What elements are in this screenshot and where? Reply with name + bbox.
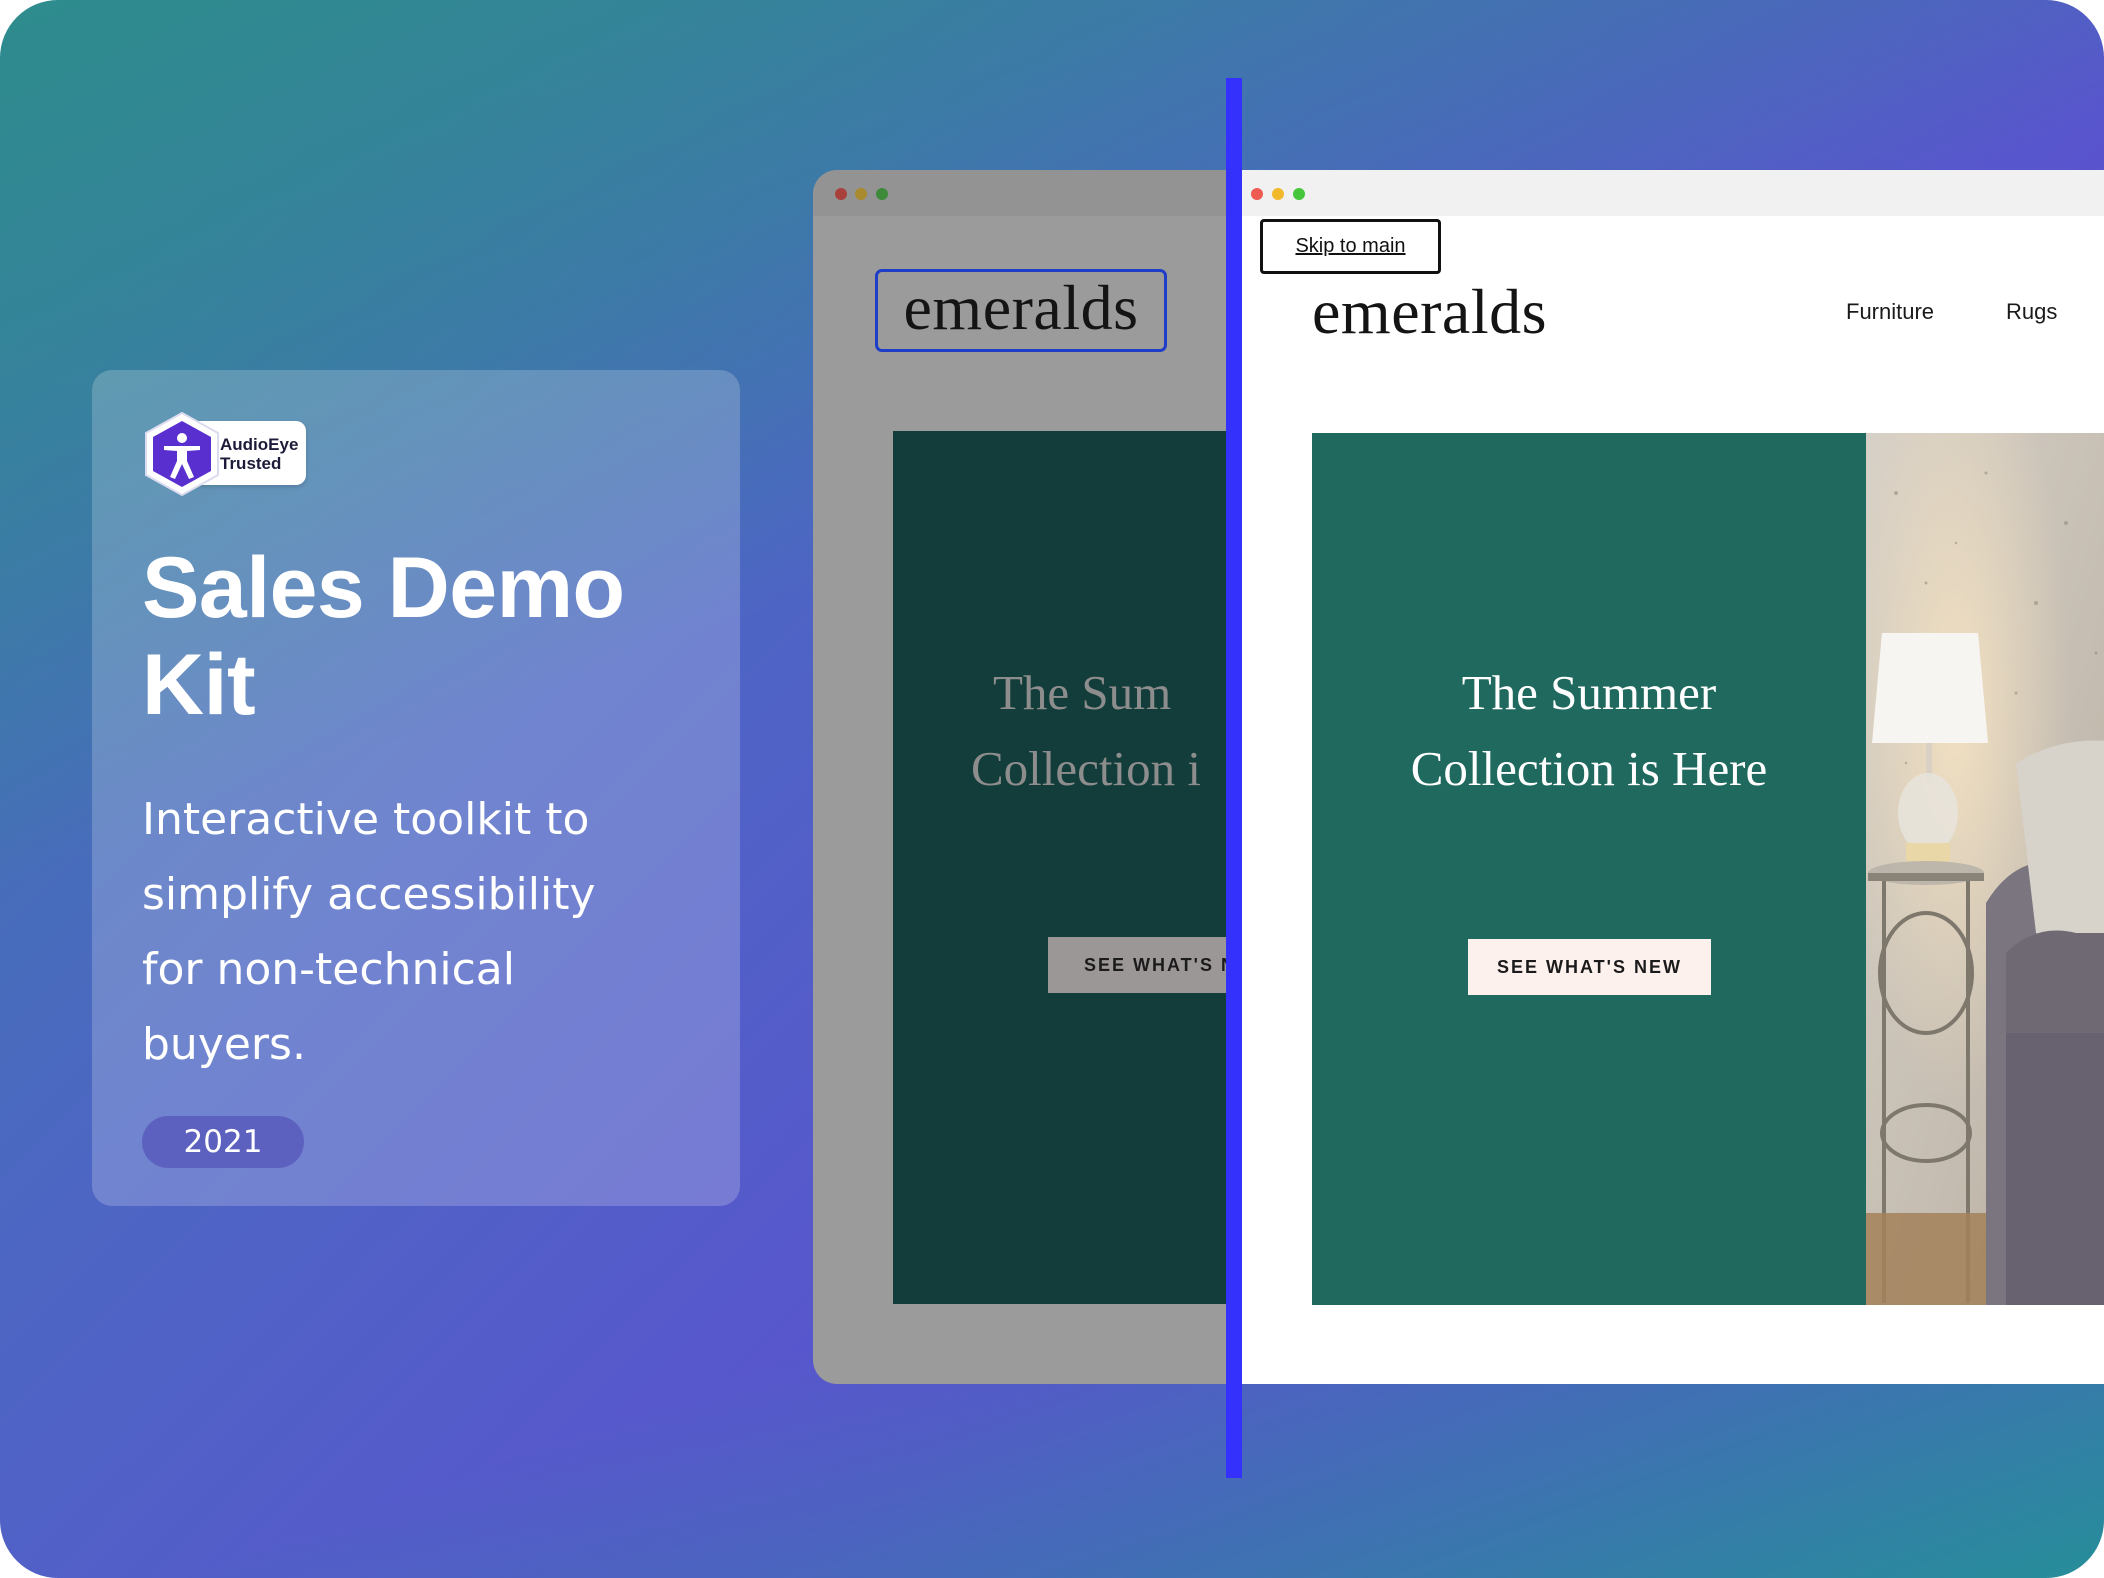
badge-text: AudioEye Trusted — [220, 435, 298, 473]
browser-titlebar — [1242, 170, 2104, 216]
browser-window-before: emeralds The Sum Collection i SEE WHAT'S… — [813, 170, 1233, 1384]
close-dot-icon — [835, 188, 847, 200]
card-title-line-2: Kit — [142, 637, 256, 733]
promo-canvas: AudioEye Trusted Sales Demo Kit Interact… — [0, 0, 2104, 1578]
see-whats-new-button[interactable]: SEE WHAT'S N — [1048, 937, 1233, 993]
card-description-line: simplify accessibility — [142, 869, 596, 920]
close-dot-icon — [1251, 188, 1263, 200]
hero-photo — [1866, 433, 2104, 1305]
accessibility-icon — [145, 411, 219, 497]
minimize-dot-icon — [855, 188, 867, 200]
skip-to-main-link[interactable]: Skip to main — [1260, 219, 1441, 274]
card-description-line: for non-technical — [142, 944, 515, 995]
badge-line-1: AudioEye — [220, 435, 299, 454]
see-whats-new-button[interactable]: SEE WHAT'S NEW — [1468, 939, 1711, 995]
badge-line-2: Trusted — [220, 454, 282, 473]
site-logo[interactable]: emeralds — [1312, 276, 1547, 348]
minimize-dot-icon — [1272, 188, 1284, 200]
hero-panel: The Sum Collection i SEE WHAT'S N — [893, 431, 1233, 1304]
card-description-line: buyers. — [142, 1019, 306, 1070]
browser-titlebar — [813, 170, 1233, 216]
card-description-line: Interactive toolkit to — [142, 794, 590, 845]
year-chip: 2021 — [142, 1116, 304, 1168]
comparison-divider-handle[interactable] — [1226, 78, 1242, 1478]
living-room-photo — [1866, 433, 2104, 1305]
browser-window-after: Skip to main emeralds Furniture Rugs The… — [1242, 170, 2104, 1384]
hero-heading-line-2: Collection is Here — [1410, 741, 1768, 796]
audioeye-trusted-badge: AudioEye Trusted — [142, 411, 306, 497]
maximize-dot-icon — [876, 188, 888, 200]
hero-panel: The Summer Collection is Here SEE WHAT'S… — [1312, 433, 1866, 1305]
hero-heading-line-1: The Sum — [993, 665, 1172, 720]
hero-heading-line-1: The Summer — [1461, 665, 1717, 720]
card-title-line-1: Sales Demo — [142, 540, 625, 636]
maximize-dot-icon — [1293, 188, 1305, 200]
hero-heading-line-2: Collection i — [971, 741, 1201, 796]
nav-item-furniture[interactable]: Furniture — [1846, 298, 1934, 326]
card-title: Sales Demo Kit — [142, 540, 702, 734]
site-logo-focused[interactable]: emeralds — [875, 269, 1167, 352]
card-description: Interactive toolkit to simplify accessib… — [142, 782, 662, 1082]
info-card: AudioEye Trusted Sales Demo Kit Interact… — [92, 370, 740, 1206]
nav-item-rugs[interactable]: Rugs — [2006, 298, 2057, 326]
